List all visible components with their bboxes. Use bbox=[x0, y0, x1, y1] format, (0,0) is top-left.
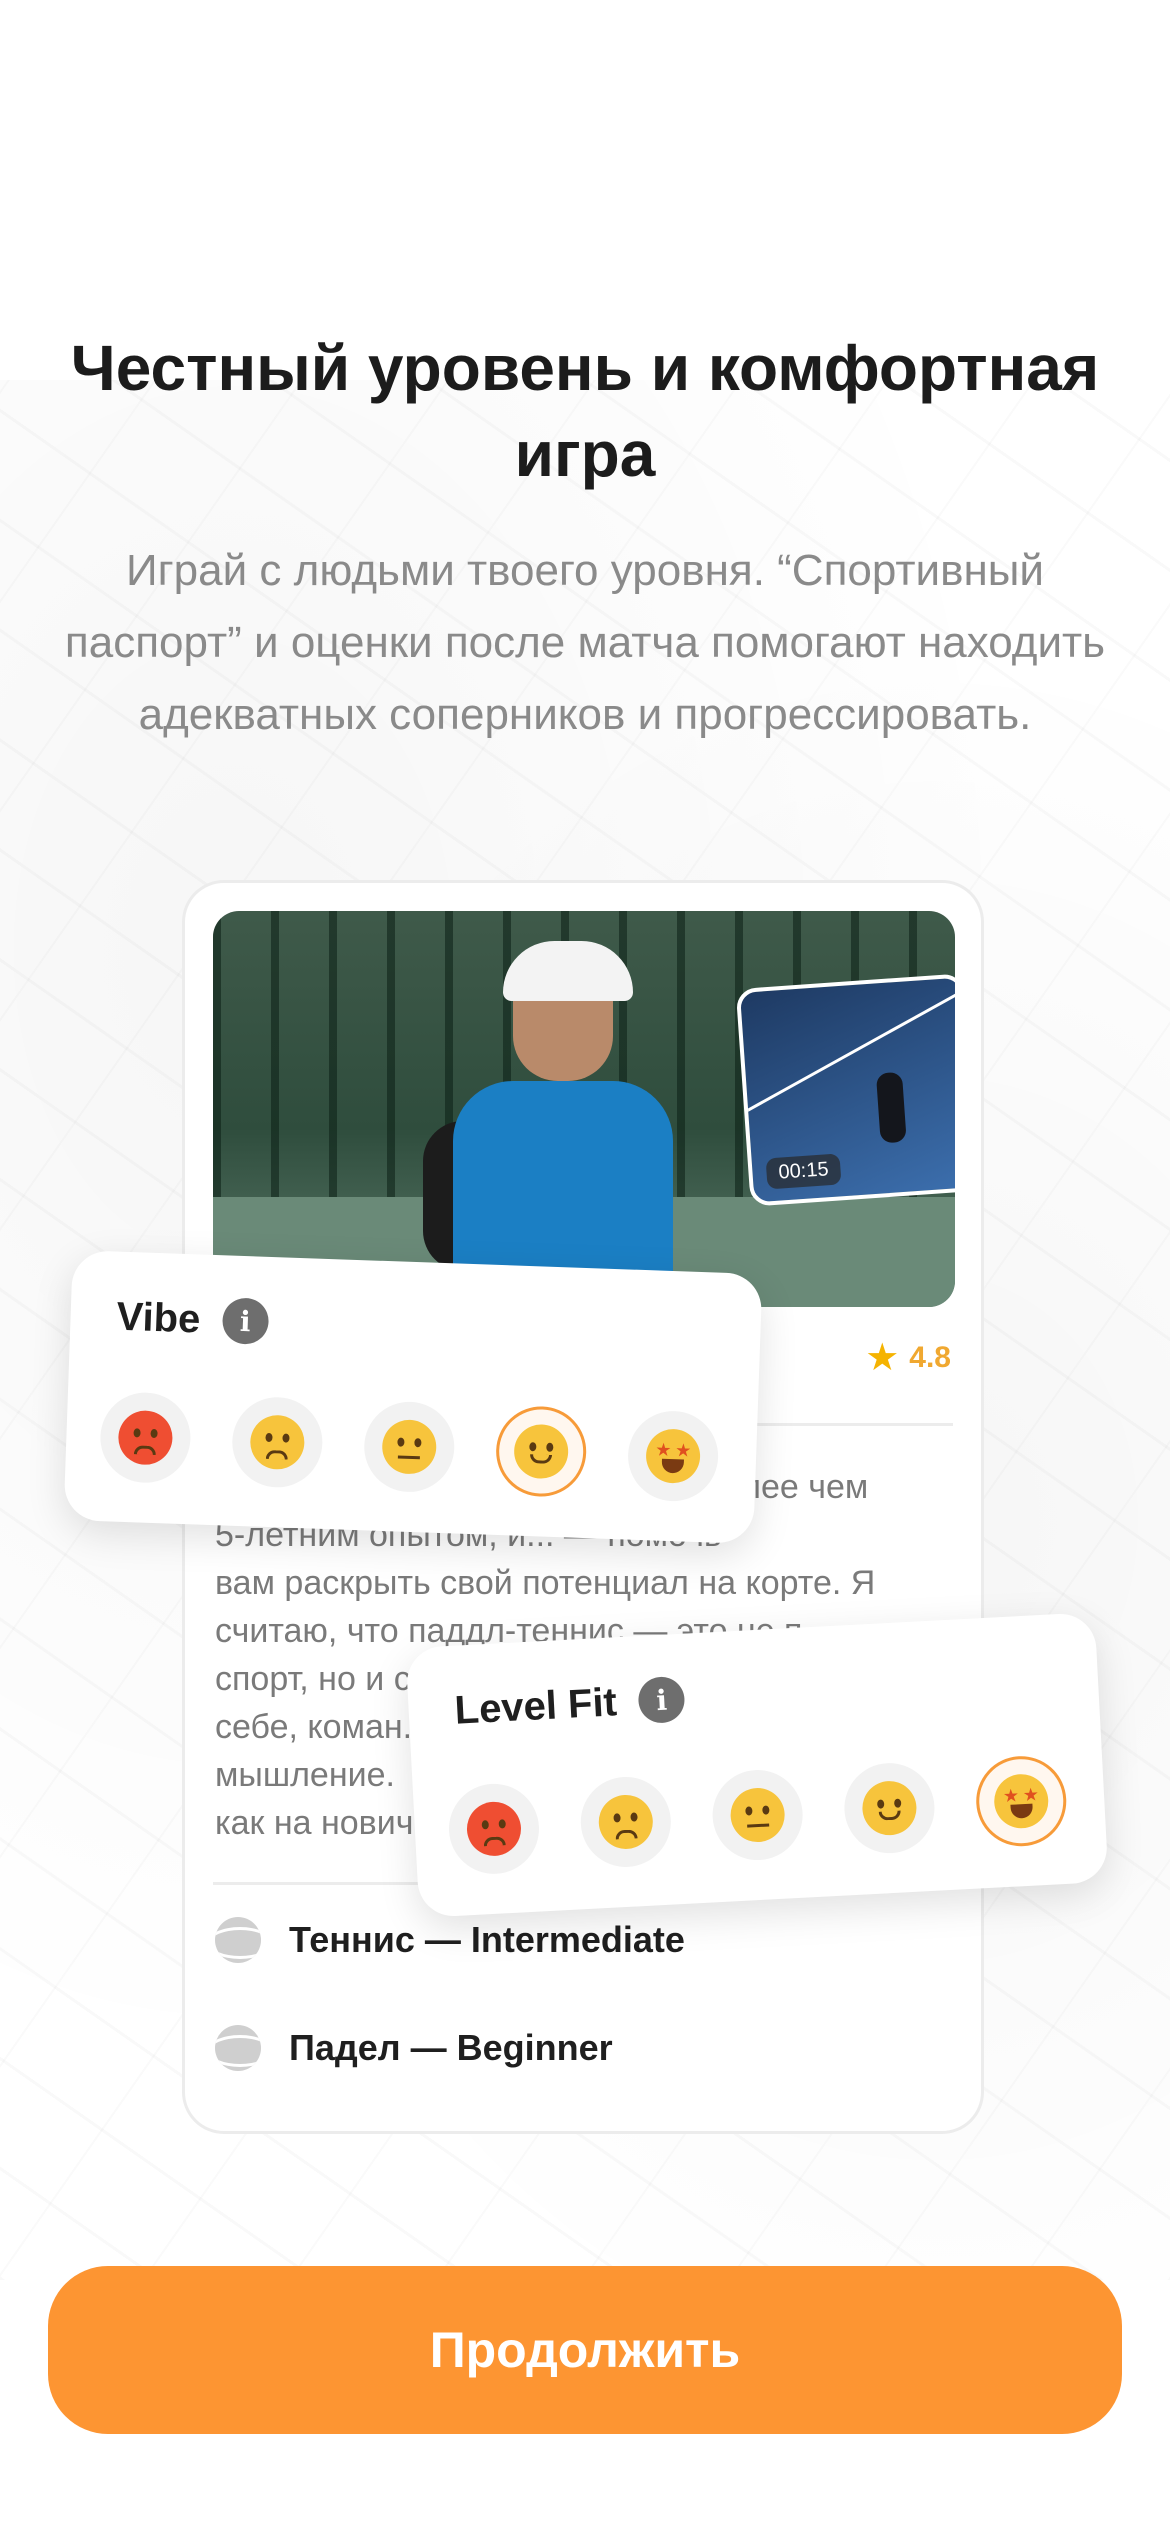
frowning-face-icon bbox=[597, 1793, 655, 1851]
vibe-title: Vibe bbox=[115, 1294, 202, 1342]
video-thumbnail[interactable]: 00:15 bbox=[735, 973, 955, 1207]
level-fit-title: Level Fit bbox=[453, 1679, 618, 1733]
bio-line: вам раскрыть свой потенциал на корте. Я bbox=[215, 1564, 876, 1602]
vibe-option-star-struck[interactable]: ★ ★ bbox=[626, 1409, 720, 1503]
angry-face-icon bbox=[465, 1800, 523, 1858]
sport-label: Падел — Beginner bbox=[289, 2027, 613, 2068]
vibe-option-smiling[interactable] bbox=[494, 1404, 588, 1499]
star-icon: ★ bbox=[865, 1337, 900, 1379]
level-fit-option-neutral[interactable] bbox=[710, 1767, 805, 1863]
slightly-smiling-face-icon bbox=[513, 1423, 570, 1480]
vibe-rating-card: Vibe i ★ ★ bbox=[63, 1250, 763, 1544]
sport-item: Теннис — Intermediate bbox=[215, 1917, 685, 1963]
video-player-figure bbox=[875, 1071, 907, 1144]
player-figure bbox=[423, 931, 693, 1307]
tennis-ball-icon bbox=[215, 1917, 261, 1963]
neutral-face-icon bbox=[381, 1418, 438, 1475]
star-struck-face-icon: ★ ★ bbox=[992, 1772, 1050, 1830]
level-fit-option-angry[interactable] bbox=[446, 1781, 542, 1877]
slightly-smiling-face-icon bbox=[861, 1779, 918, 1837]
vibe-option-angry[interactable] bbox=[98, 1391, 192, 1485]
level-fit-rating-card: Level Fit i ★ ★ bbox=[405, 1612, 1109, 1918]
vibe-header: Vibe i bbox=[115, 1294, 270, 1345]
rating-value: 4.8 bbox=[909, 1341, 951, 1374]
vibe-option-frowning[interactable] bbox=[230, 1395, 324, 1489]
level-fit-option-star-struck[interactable]: ★ ★ bbox=[973, 1753, 1069, 1849]
page-title: Честный уровень и комфортная игра bbox=[70, 332, 1100, 490]
level-fit-option-smiling[interactable] bbox=[842, 1760, 937, 1856]
rating: ★ 4.8 bbox=[865, 1339, 951, 1377]
sport-label: Теннис — Intermediate bbox=[289, 1919, 685, 1960]
court-line bbox=[740, 976, 955, 1116]
level-fit-emoji-options: ★ ★ bbox=[446, 1753, 1069, 1877]
info-icon[interactable]: i bbox=[637, 1675, 686, 1725]
sport-item: Падел — Beginner bbox=[215, 2025, 613, 2071]
star-struck-face-icon: ★ ★ bbox=[645, 1428, 702, 1485]
neutral-face-icon bbox=[729, 1786, 786, 1844]
video-duration: 00:15 bbox=[765, 1153, 842, 1190]
vibe-emoji-options: ★ ★ bbox=[98, 1391, 720, 1503]
vibe-option-neutral[interactable] bbox=[362, 1400, 456, 1494]
level-fit-header: Level Fit i bbox=[453, 1675, 686, 1734]
info-icon[interactable]: i bbox=[221, 1297, 270, 1345]
frowning-face-icon bbox=[249, 1414, 306, 1471]
level-fit-option-frowning[interactable] bbox=[578, 1774, 674, 1870]
angry-face-icon bbox=[117, 1409, 174, 1466]
player-cap bbox=[503, 941, 633, 1001]
padel-ball-icon bbox=[215, 2025, 261, 2071]
continue-button[interactable]: Продолжить bbox=[48, 2266, 1122, 2434]
player-photo: 00:15 bbox=[213, 911, 955, 1307]
page-subtitle: Играй с людьми твоего уровня. “Спортивны… bbox=[64, 546, 1106, 739]
